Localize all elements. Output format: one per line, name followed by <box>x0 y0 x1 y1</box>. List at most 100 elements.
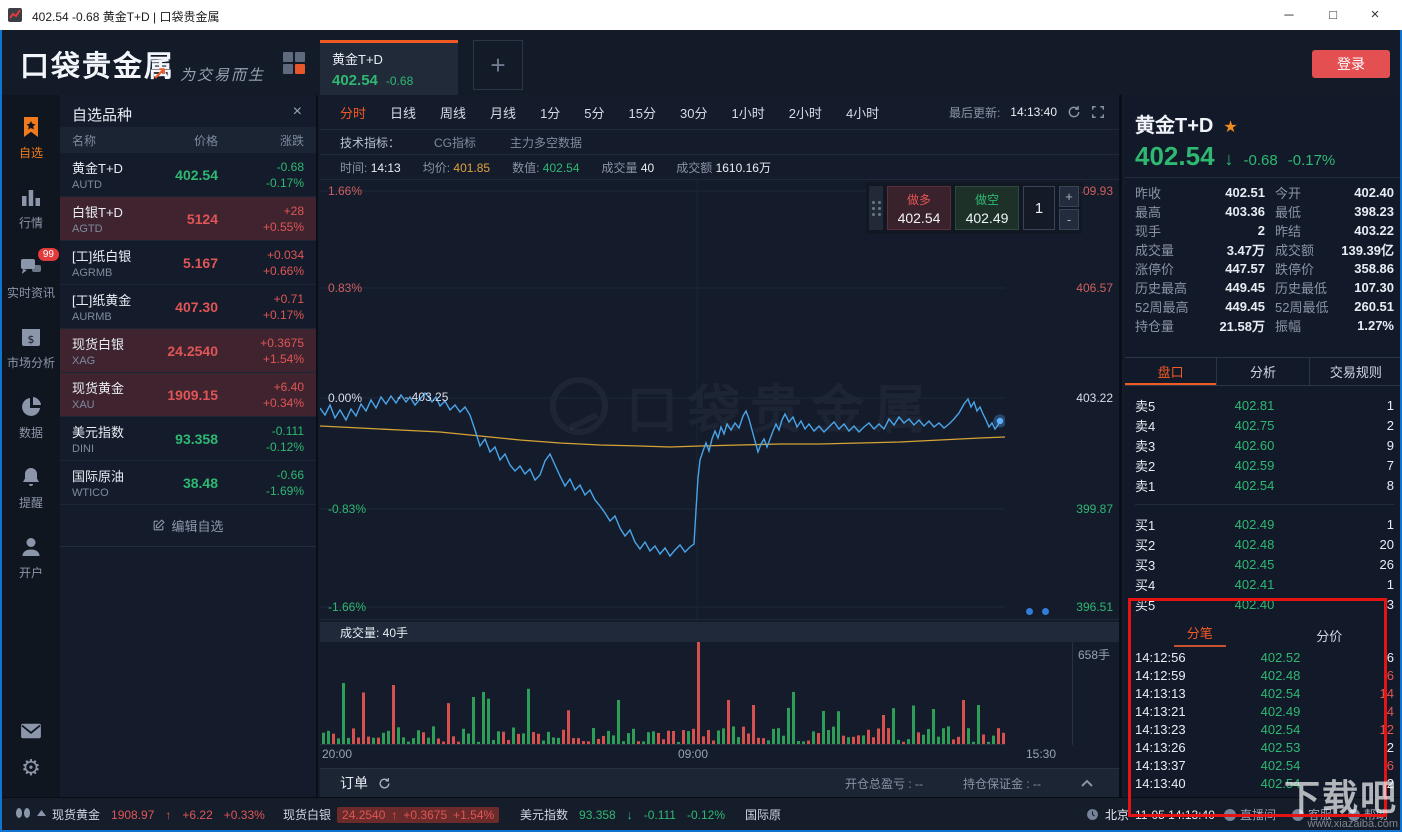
ticker-percent: -0.12% <box>687 808 725 822</box>
collapse-chevron-icon[interactable] <box>1081 779 1093 787</box>
period-tab-1分[interactable]: 1分 <box>540 103 560 122</box>
instrument-code: XAG <box>72 355 138 367</box>
stat-label: 最低 <box>1265 202 1335 221</box>
ask-price: 402.75 <box>1175 418 1334 433</box>
tick-time: 14:13:26 <box>1135 740 1207 755</box>
instrument-tab-change: -0.68 <box>386 74 413 88</box>
quantity-field[interactable]: 1 <box>1023 186 1055 230</box>
edit-watchlist-button[interactable]: 编辑自选 <box>60 505 316 547</box>
sidebar-item-bars[interactable]: 行情 <box>19 185 43 231</box>
maximize-button[interactable]: □ <box>1316 0 1350 30</box>
volume-chart[interactable]: 658手 <box>320 642 1119 745</box>
period-tab-30分[interactable]: 30分 <box>680 103 707 122</box>
quote-tab-分析[interactable]: 分析 <box>1217 358 1309 385</box>
stat-label: 跌停价 <box>1265 259 1335 278</box>
tick-tab-分笔[interactable]: 分笔 <box>1135 622 1265 648</box>
app-icon <box>8 7 24 23</box>
location-time: 北京 11-05 14:13:40 <box>1086 806 1215 823</box>
quote-tab-交易规则[interactable]: 交易规则 <box>1310 358 1402 385</box>
instrument-name: 现货黄金XAU <box>72 378 138 411</box>
intraday-chart[interactable]: 口袋贵金属 1.66%0.83%0.00%-0.83%-1.66% 409.93… <box>320 180 1119 620</box>
instrument-name: 白银T+DAGTD <box>72 202 138 235</box>
sidebar-item-chat[interactable]: 99实时资讯 <box>7 255 55 301</box>
ticker-percent: +0.33% <box>224 808 265 822</box>
period-tab-日线[interactable]: 日线 <box>390 103 416 122</box>
chat-icon: 99 <box>19 255 43 279</box>
title-bar: 402.54 -0.68 黄金T+D | 口袋贵金属 ─ □ × <box>0 0 1402 30</box>
ticker-toggle[interactable] <box>14 806 46 820</box>
status-link-label: 帮助 <box>1364 806 1388 823</box>
status-link-帮助[interactable]: 帮助 <box>1348 806 1388 823</box>
stat-value: 449.45 <box>1197 280 1265 295</box>
quote-tab-盘口[interactable]: 盘口 <box>1125 358 1217 385</box>
favorite-star-icon[interactable]: ★ <box>1223 119 1237 136</box>
percent-label: 0.83% <box>328 281 362 295</box>
period-tab-15分[interactable]: 15分 <box>629 103 656 122</box>
instrument-change: +0.3675+1.54% <box>218 335 304 367</box>
bid-row: 买2402.4820 <box>1135 534 1394 554</box>
minimize-button[interactable]: ─ <box>1272 0 1306 30</box>
fullscreen-icon[interactable] <box>1091 105 1105 119</box>
change-value: -0.111 <box>218 423 304 439</box>
period-tab-周线[interactable]: 周线 <box>440 103 466 122</box>
period-tab-分时[interactable]: 分时 <box>340 103 366 122</box>
pager-dot[interactable] <box>1026 608 1033 615</box>
sidebar-item-person[interactable]: 开户 <box>19 535 43 581</box>
sidebar-item-pie[interactable]: 数据 <box>19 395 43 441</box>
period-tab-2小时[interactable]: 2小时 <box>789 103 822 122</box>
sell-short-button[interactable]: 做空402.49 <box>955 186 1019 230</box>
orders-refresh-icon[interactable] <box>378 777 391 790</box>
stat-row: 昨收402.51今开402.40 <box>1135 183 1394 202</box>
ticker-price: 1908.97 <box>111 808 154 822</box>
stat-label: 振幅 <box>1265 316 1335 335</box>
tick-volume: 6 <box>1354 650 1394 665</box>
status-link-客服[interactable]: 客服 <box>1292 806 1332 823</box>
settings-gear-icon[interactable]: ⚙ <box>21 756 41 781</box>
status-link-直播间[interactable]: 直播间 <box>1224 806 1276 823</box>
pager-dot[interactable] <box>1042 608 1049 615</box>
add-tab-button[interactable]: + <box>473 40 523 90</box>
watchlist-row[interactable]: 黄金T+DAUTD402.54-0.68-0.17% <box>60 153 316 197</box>
watchlist-row[interactable]: [工]纸白银AGRMB5.167+0.034+0.66% <box>60 241 316 285</box>
ask-level: 卖5 <box>1135 396 1175 415</box>
tick-price: 402.53 <box>1207 740 1354 755</box>
sidebar-item-bookmark[interactable]: 自选 <box>19 115 43 161</box>
period-tab-月线[interactable]: 月线 <box>490 103 516 122</box>
buy-long-button[interactable]: 做多402.54 <box>887 186 951 230</box>
mail-icon[interactable] <box>20 722 42 740</box>
stat-value: 447.57 <box>1197 261 1265 276</box>
quantity-decrease-button[interactable]: - <box>1059 209 1079 230</box>
sidebar-item-bell[interactable]: 提醒 <box>19 465 43 511</box>
quantity-increase-button[interactable]: + <box>1059 186 1079 207</box>
period-tab-1小时[interactable]: 1小时 <box>731 103 764 122</box>
stat-label: 52周最高 <box>1135 297 1197 316</box>
refresh-icon[interactable] <box>1067 105 1081 119</box>
grid-menu-icon[interactable] <box>283 52 305 74</box>
watchlist-row[interactable]: 美元指数DINI93.358-0.111-0.12% <box>60 417 316 461</box>
instrument-tab[interactable]: 黄金T+D 402.54-0.68 <box>320 40 458 95</box>
watchlist-close-icon[interactable]: × <box>293 103 302 121</box>
tick-tab-分价[interactable]: 分价 <box>1265 622 1395 648</box>
down-arrow-icon: ↓ <box>1225 149 1234 170</box>
status-ticker: 美元指数93.358↓-0.111-0.12% <box>520 806 725 823</box>
quote-percent: -0.17% <box>1288 152 1336 169</box>
watchlist-row[interactable]: 国际原油WTICO38.48-0.66-1.69% <box>60 461 316 505</box>
period-tab-5分[interactable]: 5分 <box>584 103 604 122</box>
indicator-main-force[interactable]: 主力多空数据 <box>510 134 582 151</box>
ticker-percent: +1.54% <box>453 808 494 822</box>
watchlist-row[interactable]: [工]纸黄金AURMB407.30+0.71+0.17% <box>60 285 316 329</box>
watchlist-row[interactable]: 现货白银XAG24.2540+0.3675+1.54% <box>60 329 316 373</box>
close-button[interactable]: × <box>1358 0 1392 30</box>
period-tab-4小时[interactable]: 4小时 <box>846 103 879 122</box>
indicator-cg[interactable]: CG指标 <box>434 134 476 151</box>
stat-value: 398.23 <box>1335 204 1394 219</box>
login-button[interactable]: 登录 <box>1312 50 1390 78</box>
watchlist-row[interactable]: 现货黄金XAU1909.15+6.40+0.34% <box>60 373 316 417</box>
info-value: 402.54 <box>543 161 580 175</box>
tick-tab-label: 分笔 <box>1187 623 1213 642</box>
tick-time: 14:13:37 <box>1135 758 1207 773</box>
drag-handle[interactable] <box>869 186 883 230</box>
sidebar-item-calendar[interactable]: $市场分析 <box>7 325 55 371</box>
notification-badge: 99 <box>38 248 59 261</box>
watchlist-row[interactable]: 白银T+DAGTD5124+28+0.55% <box>60 197 316 241</box>
